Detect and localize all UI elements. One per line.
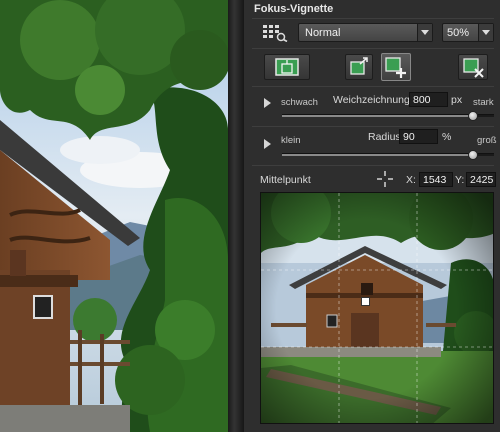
add-layer-icon xyxy=(385,57,406,78)
chevron-down-icon[interactable] xyxy=(417,24,432,41)
panel-title: Fokus-Vignette xyxy=(254,3,334,15)
blur-slider[interactable] xyxy=(282,111,494,121)
center-y-input[interactable]: 2425 xyxy=(466,172,496,187)
export-button[interactable] xyxy=(345,54,373,80)
center-label: Mittelpunkt xyxy=(260,174,311,186)
radius-slider-knob[interactable] xyxy=(467,150,478,160)
divider xyxy=(252,165,494,166)
crosshair-icon[interactable] xyxy=(376,170,394,188)
expand-arrow-icon[interactable] xyxy=(264,139,271,149)
center-x-input[interactable]: 1543 xyxy=(419,172,453,187)
blur-value-input[interactable]: 800 xyxy=(409,92,448,107)
delete-layer-icon xyxy=(463,58,484,78)
image-preview[interactable] xyxy=(0,0,228,432)
add-layer-button[interactable] xyxy=(381,53,411,81)
grid-select-icon[interactable] xyxy=(262,24,288,43)
blur-slider-knob[interactable] xyxy=(467,111,478,121)
delete-layer-button[interactable] xyxy=(458,54,488,80)
focus-point-thumbnail[interactable] xyxy=(260,192,494,424)
blur-min-label: schwach xyxy=(281,97,318,108)
photo-preview-graphic xyxy=(0,0,228,432)
radius-slider[interactable] xyxy=(282,150,494,160)
show-mask-icon xyxy=(275,58,299,76)
divider xyxy=(252,48,494,49)
blur-max-label: stark xyxy=(473,97,494,108)
radius-unit-label: % xyxy=(442,131,452,143)
blend-mode-dropdown[interactable]: Normal xyxy=(298,23,433,42)
thumbnail-graphic xyxy=(261,193,493,423)
opacity-value: 50% xyxy=(447,27,470,39)
radius-min-label: klein xyxy=(281,135,301,146)
divider xyxy=(252,86,494,87)
panel-splitter[interactable] xyxy=(228,0,244,432)
opacity-dropdown[interactable]: 50% xyxy=(442,23,494,42)
center-x-label: X: xyxy=(406,174,416,186)
focus-vignette-panel: Fokus-Vignette Normal 50% schwach Weichz… xyxy=(244,0,500,432)
radius-slider-fill xyxy=(282,154,473,156)
radius-label: Radius xyxy=(368,131,401,143)
export-icon xyxy=(350,57,368,75)
blur-label: Weichzeichnung xyxy=(333,94,410,106)
divider xyxy=(252,18,494,19)
blur-slider-fill xyxy=(282,115,473,117)
radius-value-input[interactable]: 90 xyxy=(399,129,438,144)
center-y-label: Y: xyxy=(455,174,465,186)
chevron-down-icon[interactable] xyxy=(478,24,493,41)
show-mask-button[interactable] xyxy=(264,54,310,80)
blur-unit-label: px xyxy=(451,94,463,106)
divider xyxy=(252,126,494,127)
focus-point-marker[interactable] xyxy=(361,297,370,306)
radius-max-label: groß xyxy=(477,135,497,146)
expand-arrow-icon[interactable] xyxy=(264,98,271,108)
blend-mode-value: Normal xyxy=(305,27,341,39)
